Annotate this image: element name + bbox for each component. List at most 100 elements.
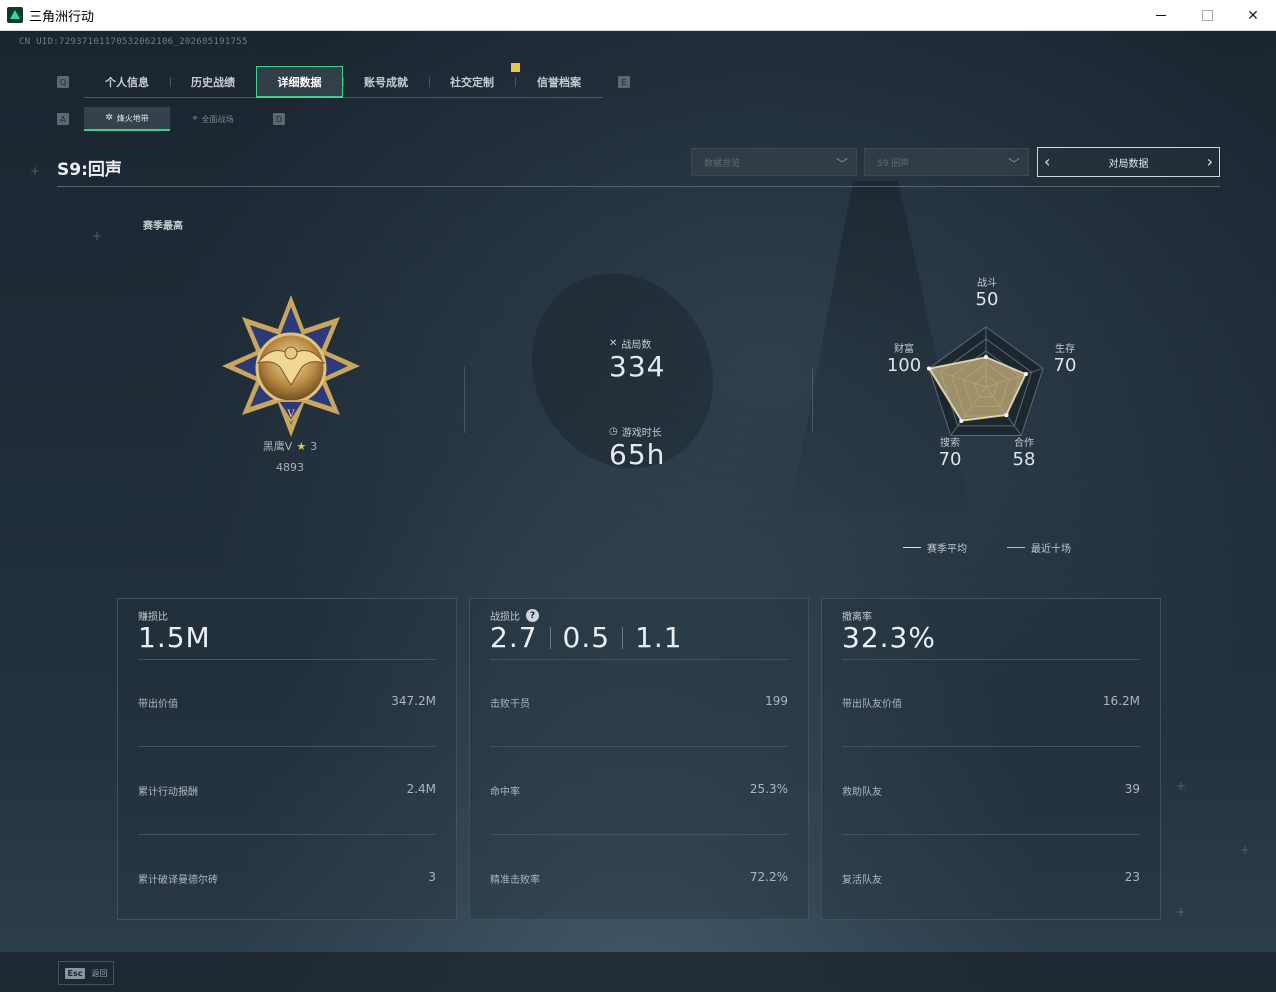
stat-label: 累计行动报酬	[138, 787, 198, 798]
radar-label-search: 搜索 70	[938, 438, 962, 470]
card-divider	[138, 834, 436, 835]
decor-plus-icon: +	[1240, 843, 1251, 857]
stat-label: 带出队友价值	[842, 699, 902, 710]
card-big-value: 1.5M	[138, 621, 211, 654]
beacon-icon: ✲	[105, 113, 113, 123]
legend-swatch	[1007, 547, 1025, 548]
decor-plus-icon: +	[1176, 905, 1187, 919]
legend-season-average: 赛季平均	[903, 540, 967, 555]
season-title: S9:回声	[57, 160, 122, 180]
data-type-dropdown[interactable]: 数据总览 ﹀	[691, 148, 857, 176]
window-controls: ✕	[1138, 0, 1276, 31]
minimize-button[interactable]	[1138, 0, 1184, 31]
card-divider	[138, 746, 436, 747]
stat-value: 199	[765, 694, 788, 708]
tab-reputation[interactable]: 信誉档案	[515, 66, 603, 98]
legend-swatch	[903, 547, 921, 548]
card-divider	[842, 659, 1140, 660]
tab-next-key-hint: E	[618, 76, 630, 88]
subtab-hazard-zone[interactable]: ✲ 烽火地带	[84, 107, 170, 131]
season-dropdown[interactable]: S9 回声 ﹀	[864, 148, 1029, 176]
card-divider	[490, 659, 788, 660]
tab-social-custom[interactable]: 社交定制	[429, 63, 520, 98]
radar-point	[984, 355, 988, 359]
stat-value: 16.2M	[1102, 694, 1140, 708]
stat-label: 击败干员	[490, 699, 530, 710]
window-title: 三角洲行动	[29, 9, 95, 25]
card-big-value: 2.7 0.5 1.1	[490, 621, 683, 654]
stat-value: 39	[1124, 782, 1140, 796]
rank-name: 黑鹰V	[262, 440, 293, 453]
stat-value: 23	[1124, 870, 1140, 884]
tab-prev-key-hint: Q	[57, 76, 69, 88]
radar-point	[959, 418, 964, 423]
tab-personal-info[interactable]: 个人信息	[84, 66, 170, 98]
extraction-card: 撤离率 32.3% 带出队友价值 16.2M 救助队友 39 复活队友 23	[821, 598, 1161, 920]
window-titlebar: 三角洲行动 ✕	[0, 0, 1276, 31]
rank-medal-icon: V	[222, 295, 360, 437]
card-big-value: 32.3%	[842, 621, 936, 654]
rank-name-line: 黑鹰V ★ 3	[230, 438, 350, 454]
chevron-right-icon[interactable]: ›	[1207, 152, 1213, 171]
decor-plus-icon: +	[1176, 779, 1187, 793]
main-tabs: 个人信息 历史战绩 详细数据 账号成就 社交定制 信誉档案	[84, 63, 603, 98]
back-button[interactable]: Esc 返回	[58, 961, 114, 985]
profit-card: 赚损比 1.5M 带出价值 347.2M 累计行动报酬 2.4M 累计破译曼德尔…	[117, 598, 457, 920]
chevron-down-icon: ﹀	[835, 157, 848, 171]
app-logo-icon	[7, 7, 23, 23]
chevron-left-icon[interactable]: ‹	[1044, 152, 1050, 171]
tab-match-history[interactable]: 历史战绩	[170, 66, 256, 98]
decor-plus-icon: +	[92, 229, 103, 243]
decor-plus-icon: +	[30, 164, 41, 178]
stat-label: 命中率	[490, 787, 520, 798]
radar-point	[1004, 413, 1009, 418]
radar-label-teamwork: 合作 58	[1012, 438, 1036, 470]
card-divider	[490, 746, 788, 747]
star-icon: ★	[296, 440, 307, 453]
stat-value: 25.3%	[749, 782, 788, 796]
player-uid: CN UID:7293710117053206210​6_20260519175…	[19, 37, 248, 47]
tab-detailed-data[interactable]: 详细数据	[256, 66, 343, 98]
stat-label: 精准击败率	[490, 875, 540, 886]
matches-value: 334	[609, 350, 666, 383]
rank-score: 4893	[276, 461, 304, 474]
crossed-swords-icon: ✕	[609, 338, 618, 349]
radar-label-combat: 战斗 50	[975, 278, 999, 310]
header-divider	[57, 186, 1220, 187]
stat-label: 带出价值	[138, 699, 178, 710]
playtime-value: 65h	[609, 438, 666, 471]
radar-point	[1023, 372, 1028, 377]
radar-label-wealth: 财富 100	[886, 344, 922, 376]
playtime-label: ◷ 游戏时长	[609, 426, 662, 439]
mode-subtabs: ✲ 烽火地带 ⌖ 全面战场	[84, 107, 256, 131]
clock-icon: ◷	[609, 426, 618, 437]
game-screen: CN UID:7293710117053206210​6_20260519175…	[0, 31, 1276, 992]
maximize-button[interactable]	[1184, 0, 1230, 31]
subtab-next-key-hint: D	[273, 113, 285, 125]
svg-text:V: V	[286, 409, 295, 420]
legend-recent-ten: 最近十场	[1007, 540, 1071, 555]
card-divider	[490, 834, 788, 835]
kd-card: 战损比 ? 2.7 0.5 1.1 击败干员 199 命中率 25.3% 精准击…	[469, 598, 809, 920]
card-divider	[842, 746, 1140, 747]
subtab-full-battlefield[interactable]: ⌖ 全面战场	[170, 107, 256, 131]
stat-value: 3	[428, 870, 436, 884]
crosshair-icon: ⌖	[192, 114, 198, 124]
section-divider	[464, 367, 465, 433]
esc-key-hint: Esc	[64, 967, 86, 979]
matches-label: ✕ 战局数	[609, 338, 652, 351]
tab-achievements[interactable]: 账号成就	[343, 66, 429, 98]
stat-label: 复活队友	[842, 875, 882, 886]
season-best-label: 赛季最高	[143, 221, 183, 232]
close-button[interactable]: ✕	[1230, 0, 1276, 31]
stat-value: 72.2%	[749, 870, 788, 884]
stat-label: 救助队友	[842, 787, 882, 798]
rank-stars: 3	[310, 440, 318, 453]
card-divider	[138, 659, 436, 660]
stat-value: 2.4M	[406, 782, 436, 796]
card-divider	[842, 834, 1140, 835]
chevron-down-icon: ﹀	[1007, 157, 1020, 171]
subtab-prev-key-hint: A	[57, 113, 69, 125]
stat-label: 累计破译曼德尔砖	[138, 875, 218, 886]
stat-value: 347.2M	[391, 694, 436, 708]
